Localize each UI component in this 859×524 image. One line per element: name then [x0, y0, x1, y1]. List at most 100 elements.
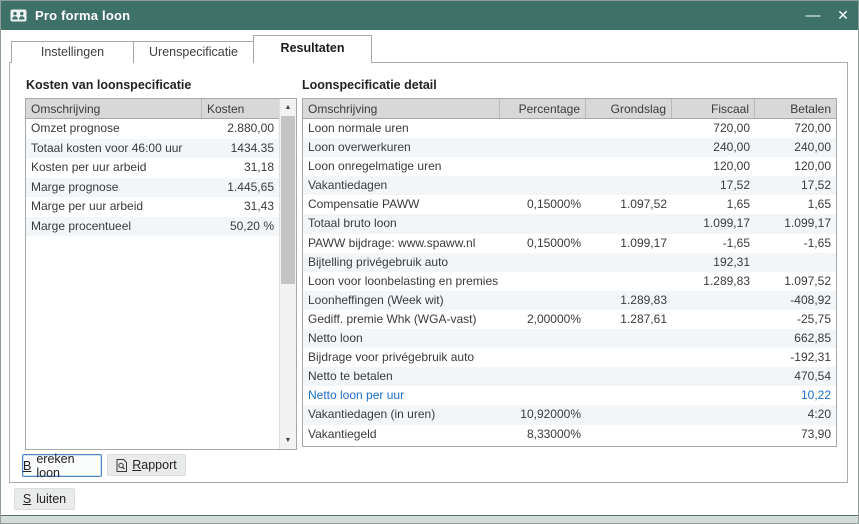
row-value: 1.099,17 — [586, 234, 672, 253]
row-value — [500, 176, 586, 195]
rapport-button-label: Rapport — [132, 458, 176, 472]
row-value: 1.099,17 — [755, 214, 836, 233]
row-value: -408,92 — [755, 291, 836, 310]
table-row[interactable]: Loon normale uren720,00720,00 — [303, 119, 836, 138]
table-row[interactable]: Totaal kosten voor 46:00 uur1434.35 — [26, 139, 279, 159]
column-header-betalen[interactable]: Betalen — [755, 99, 836, 118]
contact-card-icon — [10, 9, 27, 22]
table-row[interactable]: Vakantiedagen17,5217,52 — [303, 176, 836, 195]
row-value — [500, 367, 586, 386]
row-value — [586, 272, 672, 291]
sluiten-button[interactable]: Sluiten — [14, 488, 75, 510]
row-label: Gediff. premie Whk (WGA-vast) — [303, 310, 500, 329]
row-value: 31,43 — [202, 197, 279, 217]
row-value: 17,52 — [755, 176, 836, 195]
tab-instellingen[interactable]: Instellingen — [11, 41, 134, 63]
row-value: 1434.35 — [202, 139, 279, 159]
row-label: Bijdrage voor privégebruik auto — [303, 348, 500, 367]
tab-resultaten[interactable]: Resultaten — [253, 35, 372, 63]
row-value — [586, 425, 672, 444]
table-row[interactable]: PAWW bijdrage: www.spaww.nl0,15000%1.099… — [303, 234, 836, 253]
table-row[interactable]: Kosten per uur arbeid31,18 — [26, 158, 279, 178]
row-value — [500, 291, 586, 310]
scroll-up-icon[interactable]: ▲ — [280, 99, 296, 116]
table-row[interactable]: Netto loon per uur10,22 — [303, 386, 836, 405]
row-label: Vakantiedagen (in uren) — [303, 405, 500, 424]
table-row[interactable]: Vakantiedagen (in uren)10,92000%4:20 — [303, 405, 836, 424]
row-value: 1.287,61 — [586, 310, 672, 329]
row-value — [586, 176, 672, 195]
tab-urenspecificatie[interactable]: Urenspecificatie — [133, 41, 254, 63]
column-header-kosten[interactable]: Kosten — [202, 99, 279, 118]
bereken-loon-button[interactable]: Bereken loon — [22, 454, 102, 477]
column-header-grondslag[interactable]: Grondslag — [586, 99, 672, 118]
row-value: 1,65 — [755, 195, 836, 214]
column-header-omschrijving[interactable]: Omschrijving — [26, 99, 202, 118]
row-label: Compensatie PAWW — [303, 195, 500, 214]
row-value: 2.880,00 — [202, 119, 279, 139]
close-icon[interactable]: ✕ — [828, 1, 858, 30]
row-value: 720,00 — [672, 119, 755, 138]
row-value — [500, 157, 586, 176]
table-row[interactable]: Netto loon662,85 — [303, 329, 836, 348]
row-value: 240,00 — [672, 138, 755, 157]
row-value — [586, 329, 672, 348]
loonspecificatie-table: Omschrijving Percentage Grondslag Fiscaa… — [302, 98, 837, 447]
table-row[interactable]: Loon onregelmatige uren120,00120,00 — [303, 157, 836, 176]
tab-bar: InstellingenUrenspecificatieResultaten — [11, 35, 371, 63]
row-value: 10,22 — [755, 386, 836, 405]
table-row[interactable]: Omzet prognose2.880,00 — [26, 119, 279, 139]
window-resize-edge[interactable] — [1, 515, 858, 523]
row-value: 50,20 % — [202, 217, 279, 237]
row-value — [672, 405, 755, 424]
report-document-icon — [116, 459, 127, 472]
row-value: -192,31 — [755, 348, 836, 367]
row-value: 0,15000% — [500, 234, 586, 253]
row-label: Loon voor loonbelasting en premies — [303, 272, 500, 291]
row-value — [500, 329, 586, 348]
rapport-button[interactable]: Rapport — [107, 454, 186, 476]
table-row[interactable]: Loon overwerkuren240,00240,00 — [303, 138, 836, 157]
table-row[interactable]: Totaal bruto loon1.099,171.099,17 — [303, 214, 836, 233]
row-label: Totaal bruto loon — [303, 214, 500, 233]
table-row[interactable]: Vakantiegeld8,33000%73,90 — [303, 425, 836, 444]
kosten-table-header: Omschrijving Kosten — [26, 99, 279, 119]
table-row[interactable]: Compensatie PAWW0,15000%1.097,521,651,65 — [303, 195, 836, 214]
row-value: 17,52 — [672, 176, 755, 195]
column-header-fiscaal[interactable]: Fiscaal — [672, 99, 755, 118]
row-value — [586, 157, 672, 176]
row-label: Netto te betalen — [303, 367, 500, 386]
column-header-percentage[interactable]: Percentage — [500, 99, 586, 118]
row-value — [586, 348, 672, 367]
table-row[interactable]: Gediff. premie Whk (WGA-vast)2,00000%1.2… — [303, 310, 836, 329]
table-row[interactable]: Loonheffingen (Week wit) 1.289,83 -408,92 — [303, 291, 836, 310]
scrollbar-thumb[interactable] — [281, 116, 295, 284]
column-header-omschrijving[interactable]: Omschrijving — [303, 99, 500, 118]
table-row[interactable]: Marge procentueel50,20 % — [26, 217, 279, 237]
row-label: Marge per uur arbeid — [26, 197, 202, 217]
row-value: 1.289,83 — [586, 291, 672, 310]
row-label: Vakantiegeld — [303, 425, 500, 444]
loonspecificatie-section-title: Loonspecificatie detail — [302, 78, 437, 92]
row-value — [672, 291, 755, 310]
table-row[interactable]: Netto te betalen470,54 — [303, 367, 836, 386]
row-value: -1,65 — [755, 234, 836, 253]
row-value: 192,31 — [672, 253, 755, 272]
row-label: Loonheffingen (Week wit) — [303, 291, 500, 310]
scroll-down-icon[interactable]: ▼ — [280, 432, 296, 449]
vertical-scrollbar[interactable]: ▲ ▼ — [279, 99, 296, 449]
table-row[interactable]: Bijdrage voor privégebruik auto -192,31 — [303, 348, 836, 367]
row-value — [586, 138, 672, 157]
minimize-icon[interactable]: — — [798, 1, 828, 30]
table-row[interactable]: Loon voor loonbelasting en premies1.289,… — [303, 272, 836, 291]
row-value — [672, 386, 755, 405]
table-row[interactable]: Marge per uur arbeid31,43 — [26, 197, 279, 217]
row-value: 120,00 — [672, 157, 755, 176]
loonspecificatie-table-body: Loon normale uren720,00720,00Loon overwe… — [303, 119, 836, 444]
row-label: Loon onregelmatige uren — [303, 157, 500, 176]
table-row[interactable]: Bijtelling privégebruik auto192,31 — [303, 253, 836, 272]
table-row[interactable]: Marge prognose1.445,65 — [26, 178, 279, 198]
kosten-table: Omschrijving Kosten Omzet prognose2.880,… — [25, 98, 297, 450]
row-value — [672, 367, 755, 386]
row-value — [672, 310, 755, 329]
